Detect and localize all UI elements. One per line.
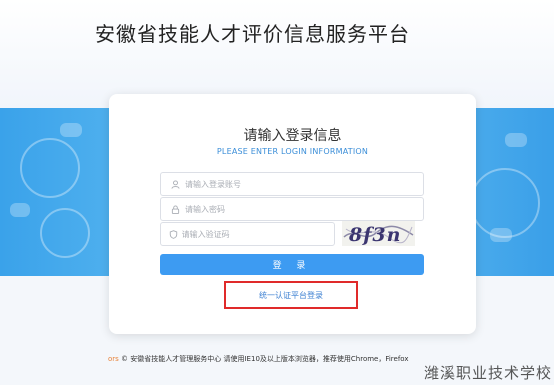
banner-decoration — [60, 123, 82, 137]
banner-decoration — [10, 203, 30, 217]
login-title: 请输入登录信息 — [243, 128, 342, 144]
watermark: 潍溪职业技术学校 — [423, 364, 552, 382]
header-area: 安徽省技能人才评价信息服务平台 — [0, 0, 554, 108]
unified-login-highlight: 统一认证平台登录 — [224, 281, 358, 309]
footer-copyright: © 安徽省技能人才管理服务中心 请使用IE10及以上版本浏览器，推荐使用Chro… — [121, 355, 409, 363]
login-card: 请输入登录信息 PLEASE ENTER LOGIN INFORMATION 8… — [109, 94, 476, 334]
password-field[interactable] — [160, 197, 424, 221]
password-input[interactable] — [185, 204, 385, 214]
username-field[interactable] — [160, 172, 424, 196]
captcha-input[interactable] — [181, 229, 334, 239]
banner-decoration — [20, 138, 80, 198]
banner-decoration — [490, 228, 512, 242]
footer-text: ors © 安徽省技能人才管理服务中心 请使用IE10及以上版本浏览器，推荐使用… — [108, 354, 409, 364]
footer-prefix: ors — [108, 355, 119, 363]
captcha-text: 8f3n — [348, 224, 401, 246]
captcha-image[interactable]: 8f3n — [342, 221, 415, 246]
username-input[interactable] — [185, 179, 385, 189]
login-button[interactable]: 登 录 — [160, 254, 424, 275]
lock-icon — [168, 204, 182, 214]
banner-decoration — [40, 208, 90, 258]
banner-decoration — [505, 133, 527, 147]
login-subtitle: PLEASE ENTER LOGIN INFORMATION — [216, 147, 369, 156]
shield-icon — [168, 229, 179, 239]
site-title: 安徽省技能人才评价信息服务平台 — [95, 22, 410, 46]
unified-login-link[interactable]: 统一认证平台登录 — [259, 290, 323, 301]
user-icon — [168, 179, 182, 189]
captcha-field[interactable] — [160, 222, 335, 246]
